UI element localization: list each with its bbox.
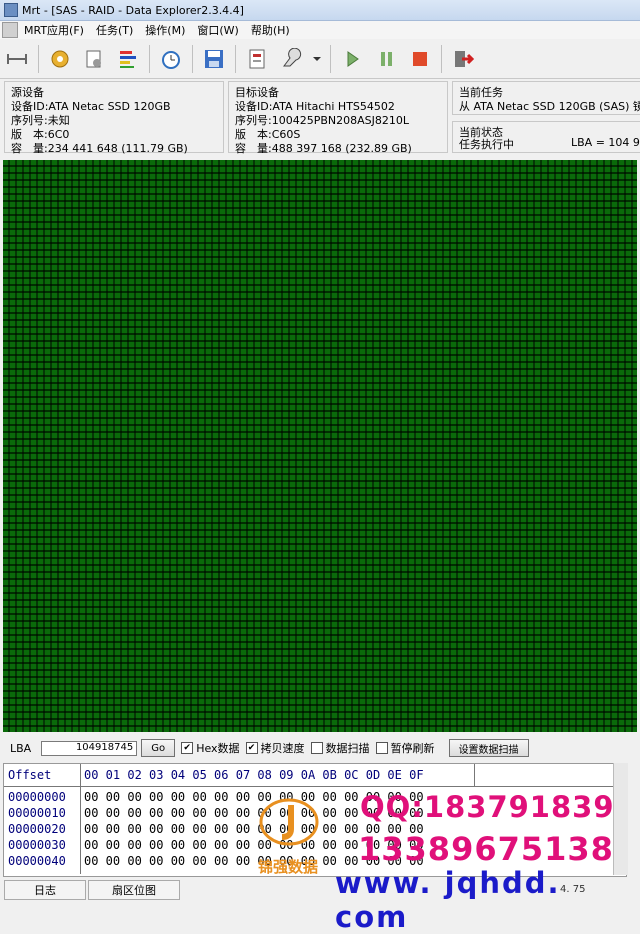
toolbar-separator	[235, 45, 236, 73]
offset-header: Offset	[8, 768, 52, 782]
bar-chart-icon[interactable]	[113, 44, 143, 74]
lba-label: LBA	[10, 741, 32, 755]
window-title: Mrt - [SAS - RAID - Data Explorer2.3.4.4…	[22, 3, 244, 17]
current-status-text: 任务执行中	[459, 138, 514, 151]
toolbar-separator	[192, 45, 193, 73]
sector-bitmap[interactable]	[3, 160, 637, 732]
target-capacity: 容 量:488 397 168 (232.89 GB)	[235, 142, 412, 155]
data-scan-checkbox[interactable]: 数据扫描	[310, 740, 370, 756]
chevron-down-icon[interactable]	[310, 44, 324, 74]
hex-scrollbar[interactable]	[613, 763, 628, 875]
menu-help[interactable]: 帮助(H)	[251, 22, 290, 38]
save-icon[interactable]	[199, 44, 229, 74]
title-bar: Mrt - [SAS - RAID - Data Explorer2.3.4.4…	[0, 0, 640, 21]
source-capacity: 容 量:234 441 648 (111.79 GB)	[11, 142, 188, 155]
hex-row: 00000020 00 00 00 00 00 00 00 00 00 00 00…	[8, 822, 424, 836]
app-icon	[4, 3, 18, 17]
target-device-panel: 目标设备 设备ID:ATA Hitachi HTS54502 序列号:10042…	[228, 81, 448, 155]
set-data-scan-button[interactable]: 设置数据扫描	[448, 739, 529, 757]
connect-icon[interactable]	[2, 44, 32, 74]
probe-icon[interactable]	[276, 44, 306, 74]
menu-bar: MRT应用(F) 任务(T) 操作(M) 窗口(W) 帮助(H)	[0, 21, 640, 39]
exit-icon[interactable]	[448, 44, 478, 74]
tab-log[interactable]: 日志	[4, 880, 86, 900]
device-info: 源设备 设备ID:ATA Netac SSD 120GB 序列号:未知 版 本:…	[0, 79, 640, 157]
watermark-url: www. jqhdd. com	[335, 866, 561, 934]
current-task-panel: 当前任务 从 ATA Netac SSD 120GB (SAS) 镜像到 A	[452, 81, 640, 115]
watermark-phone: 13389675138	[358, 830, 614, 868]
menu-window[interactable]: 窗口(W)	[197, 22, 238, 38]
toolbar-separator	[149, 45, 150, 73]
divider	[80, 764, 81, 874]
tab-sector-bitmap[interactable]: 扇区位图	[88, 880, 180, 900]
toolbar-separator	[38, 45, 39, 73]
checkbox-box[interactable]	[310, 742, 323, 754]
divider	[4, 786, 624, 787]
checkbox-box[interactable]: ✔	[245, 742, 258, 754]
hex-column-header: 00 01 02 03 04 05 06 07 08 09 0A 0B 0C 0…	[84, 768, 424, 782]
pause-refresh-checkbox[interactable]: 暂停刷新	[375, 740, 435, 756]
timer-icon[interactable]	[156, 44, 186, 74]
device-settings-icon[interactable]	[79, 44, 109, 74]
hex-row: 00000030 00 00 00 00 00 00 00 00 00 00 00…	[8, 838, 424, 852]
toolbar-separator	[330, 45, 331, 73]
current-status-panel: 当前状态 任务执行中 LBA = 104 918	[452, 121, 640, 153]
play-icon[interactable]	[337, 44, 367, 74]
checkbox-box[interactable]	[375, 742, 388, 754]
report-icon[interactable]	[242, 44, 272, 74]
toolbar	[0, 40, 640, 79]
pause-icon[interactable]	[371, 44, 401, 74]
hex-row: 00000010 00 00 00 00 00 00 00 00 00 00 00…	[8, 806, 424, 820]
document-icon[interactable]	[2, 22, 18, 38]
checkbox-box[interactable]: ✔	[181, 742, 194, 754]
watermark-logo	[259, 798, 319, 846]
hex-row: 00000000 00 00 00 00 00 00 00 00 00 00 00…	[8, 790, 424, 804]
menu-task[interactable]: 任务(T)	[96, 22, 133, 38]
divider	[474, 764, 475, 786]
current-task-text: 从 ATA Netac SSD 120GB (SAS) 镜像到 A	[459, 100, 640, 113]
watermark-name: 锦强数据	[258, 858, 319, 876]
hex-data-checkbox[interactable]: ✔ Hex数据	[181, 740, 240, 756]
toolbar-separator	[441, 45, 442, 73]
hex-row: 00000040 00 00 00 00 00 00 00 00 00 00 00…	[8, 854, 424, 868]
watermark-qq: QQ:183791839	[360, 790, 615, 824]
current-lba: LBA = 104 918	[571, 136, 640, 149]
menu-mrt-app[interactable]: MRT应用(F)	[24, 22, 84, 38]
source-device-panel: 源设备 设备ID:ATA Netac SSD 120GB 序列号:未知 版 本:…	[4, 81, 224, 155]
stop-icon[interactable]	[405, 44, 435, 74]
go-button[interactable]: Go	[141, 739, 176, 757]
settings-gear-icon[interactable]	[45, 44, 75, 74]
copy-speed-checkbox[interactable]: ✔ 拷贝速度	[245, 740, 305, 756]
lba-toolbar: LBA 104918745 Go ✔ Hex数据 ✔ 拷贝速度 数据扫描 暂停刷新 …	[0, 737, 640, 759]
lba-input[interactable]: 104918745	[41, 740, 138, 756]
menu-operation[interactable]: 操作(M)	[145, 22, 185, 38]
